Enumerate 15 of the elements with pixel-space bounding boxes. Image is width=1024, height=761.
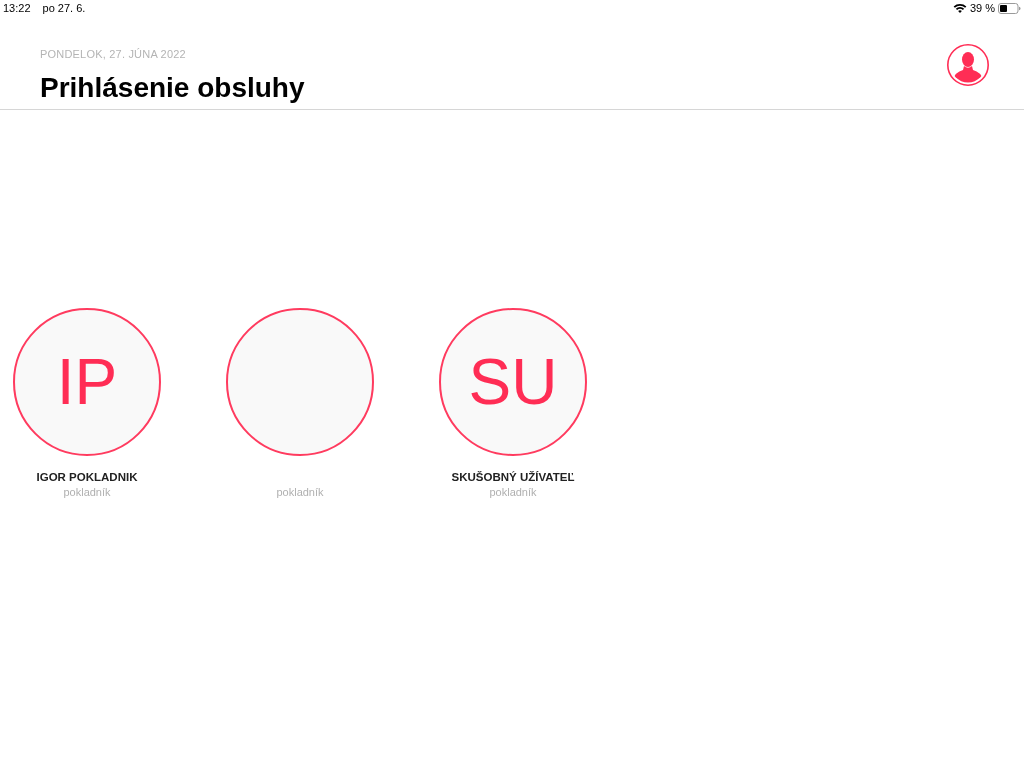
profile-icon[interactable] — [947, 44, 989, 86]
wifi-icon — [952, 3, 967, 13]
status-time: 13:22 — [3, 2, 31, 14]
user-avatar-button[interactable]: IP — [13, 308, 161, 456]
battery-percent: 39 % — [969, 2, 995, 14]
user-name: SKUŠOBNÝ UŽÍVATEĽ — [451, 470, 575, 485]
user-role: pokladník — [489, 485, 537, 499]
user-name: IGOR POKLADNIK — [36, 470, 138, 485]
page-title: Prihlásenie obsluhy — [40, 71, 305, 105]
date-label: PONDELOK, 27. JÚNA 2022 — [40, 48, 187, 61]
user-avatar-button[interactable]: SU — [439, 308, 587, 456]
user-role: pokladník — [276, 485, 324, 499]
status-date: po 27. 6. — [42, 2, 86, 14]
battery-icon — [998, 2, 1021, 14]
user-role: pokladník — [63, 485, 111, 499]
